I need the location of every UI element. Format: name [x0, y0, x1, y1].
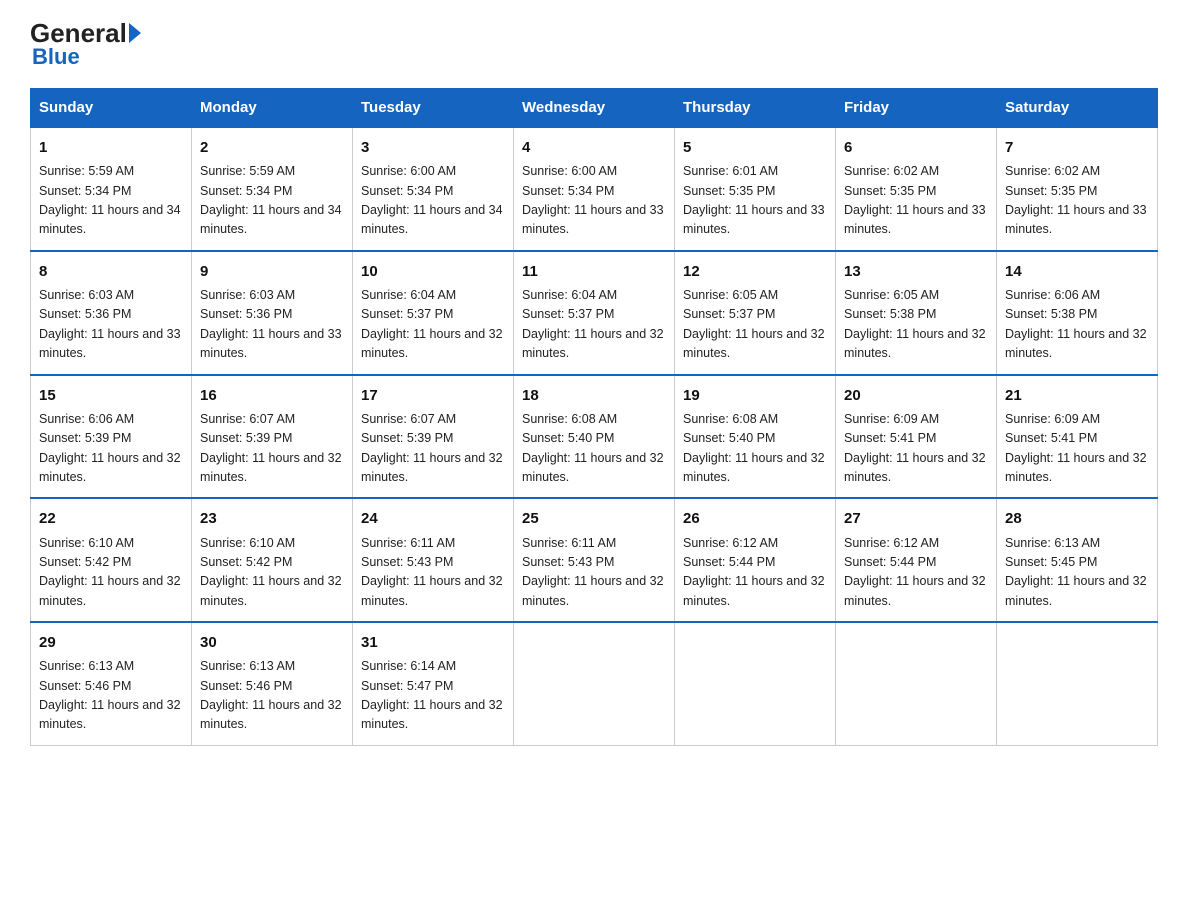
day-number: 26	[683, 507, 827, 530]
calendar-cell: 4Sunrise: 6:00 AMSunset: 5:34 PMDaylight…	[514, 127, 675, 251]
day-number: 10	[361, 260, 505, 283]
calendar-cell: 14Sunrise: 6:06 AMSunset: 5:38 PMDayligh…	[997, 251, 1158, 375]
day-number: 6	[844, 136, 988, 159]
day-number: 19	[683, 384, 827, 407]
calendar-cell: 17Sunrise: 6:07 AMSunset: 5:39 PMDayligh…	[353, 375, 514, 499]
calendar-header-row: SundayMondayTuesdayWednesdayThursdayFrid…	[31, 89, 1158, 128]
logo-text: General	[30, 20, 141, 46]
day-number: 27	[844, 507, 988, 530]
calendar-cell: 13Sunrise: 6:05 AMSunset: 5:38 PMDayligh…	[836, 251, 997, 375]
day-number: 8	[39, 260, 183, 283]
day-number: 16	[200, 384, 344, 407]
calendar-cell: 28Sunrise: 6:13 AMSunset: 5:45 PMDayligh…	[997, 498, 1158, 622]
day-number: 12	[683, 260, 827, 283]
day-number: 31	[361, 631, 505, 654]
calendar-cell	[836, 622, 997, 745]
day-number: 24	[361, 507, 505, 530]
day-number: 22	[39, 507, 183, 530]
calendar-cell: 27Sunrise: 6:12 AMSunset: 5:44 PMDayligh…	[836, 498, 997, 622]
calendar-cell: 7Sunrise: 6:02 AMSunset: 5:35 PMDaylight…	[997, 127, 1158, 251]
calendar-week-row: 15Sunrise: 6:06 AMSunset: 5:39 PMDayligh…	[31, 375, 1158, 499]
calendar-cell: 24Sunrise: 6:11 AMSunset: 5:43 PMDayligh…	[353, 498, 514, 622]
calendar-cell: 22Sunrise: 6:10 AMSunset: 5:42 PMDayligh…	[31, 498, 192, 622]
calendar-cell: 15Sunrise: 6:06 AMSunset: 5:39 PMDayligh…	[31, 375, 192, 499]
calendar-cell: 12Sunrise: 6:05 AMSunset: 5:37 PMDayligh…	[675, 251, 836, 375]
column-header-thursday: Thursday	[675, 89, 836, 128]
day-number: 21	[1005, 384, 1149, 407]
calendar-cell: 26Sunrise: 6:12 AMSunset: 5:44 PMDayligh…	[675, 498, 836, 622]
calendar-cell	[514, 622, 675, 745]
calendar-week-row: 8Sunrise: 6:03 AMSunset: 5:36 PMDaylight…	[31, 251, 1158, 375]
column-header-saturday: Saturday	[997, 89, 1158, 128]
calendar-week-row: 29Sunrise: 6:13 AMSunset: 5:46 PMDayligh…	[31, 622, 1158, 745]
page-header: General Blue	[30, 20, 1158, 70]
column-header-monday: Monday	[192, 89, 353, 128]
day-number: 13	[844, 260, 988, 283]
day-number: 4	[522, 136, 666, 159]
column-header-wednesday: Wednesday	[514, 89, 675, 128]
day-number: 2	[200, 136, 344, 159]
logo: General Blue	[30, 20, 141, 70]
column-header-tuesday: Tuesday	[353, 89, 514, 128]
calendar-cell: 8Sunrise: 6:03 AMSunset: 5:36 PMDaylight…	[31, 251, 192, 375]
calendar-cell: 6Sunrise: 6:02 AMSunset: 5:35 PMDaylight…	[836, 127, 997, 251]
day-number: 23	[200, 507, 344, 530]
day-number: 1	[39, 136, 183, 159]
calendar-cell	[997, 622, 1158, 745]
day-number: 29	[39, 631, 183, 654]
column-header-friday: Friday	[836, 89, 997, 128]
day-number: 20	[844, 384, 988, 407]
day-number: 11	[522, 260, 666, 283]
calendar-cell	[675, 622, 836, 745]
calendar-week-row: 1Sunrise: 5:59 AMSunset: 5:34 PMDaylight…	[31, 127, 1158, 251]
logo-arrow-icon	[129, 23, 141, 43]
calendar-cell: 2Sunrise: 5:59 AMSunset: 5:34 PMDaylight…	[192, 127, 353, 251]
calendar-cell: 1Sunrise: 5:59 AMSunset: 5:34 PMDaylight…	[31, 127, 192, 251]
day-number: 18	[522, 384, 666, 407]
day-number: 14	[1005, 260, 1149, 283]
calendar-cell: 18Sunrise: 6:08 AMSunset: 5:40 PMDayligh…	[514, 375, 675, 499]
day-number: 28	[1005, 507, 1149, 530]
logo-general: General	[30, 20, 127, 46]
day-number: 3	[361, 136, 505, 159]
calendar-cell: 29Sunrise: 6:13 AMSunset: 5:46 PMDayligh…	[31, 622, 192, 745]
day-number: 25	[522, 507, 666, 530]
calendar-cell: 9Sunrise: 6:03 AMSunset: 5:36 PMDaylight…	[192, 251, 353, 375]
calendar-cell: 11Sunrise: 6:04 AMSunset: 5:37 PMDayligh…	[514, 251, 675, 375]
calendar-cell: 20Sunrise: 6:09 AMSunset: 5:41 PMDayligh…	[836, 375, 997, 499]
calendar-table: SundayMondayTuesdayWednesdayThursdayFrid…	[30, 88, 1158, 746]
day-number: 15	[39, 384, 183, 407]
day-number: 17	[361, 384, 505, 407]
day-number: 30	[200, 631, 344, 654]
calendar-week-row: 22Sunrise: 6:10 AMSunset: 5:42 PMDayligh…	[31, 498, 1158, 622]
calendar-cell: 21Sunrise: 6:09 AMSunset: 5:41 PMDayligh…	[997, 375, 1158, 499]
calendar-cell: 31Sunrise: 6:14 AMSunset: 5:47 PMDayligh…	[353, 622, 514, 745]
calendar-cell: 5Sunrise: 6:01 AMSunset: 5:35 PMDaylight…	[675, 127, 836, 251]
day-number: 9	[200, 260, 344, 283]
calendar-cell: 16Sunrise: 6:07 AMSunset: 5:39 PMDayligh…	[192, 375, 353, 499]
calendar-cell: 3Sunrise: 6:00 AMSunset: 5:34 PMDaylight…	[353, 127, 514, 251]
calendar-cell: 10Sunrise: 6:04 AMSunset: 5:37 PMDayligh…	[353, 251, 514, 375]
column-header-sunday: Sunday	[31, 89, 192, 128]
calendar-cell: 30Sunrise: 6:13 AMSunset: 5:46 PMDayligh…	[192, 622, 353, 745]
calendar-cell: 25Sunrise: 6:11 AMSunset: 5:43 PMDayligh…	[514, 498, 675, 622]
calendar-cell: 23Sunrise: 6:10 AMSunset: 5:42 PMDayligh…	[192, 498, 353, 622]
calendar-cell: 19Sunrise: 6:08 AMSunset: 5:40 PMDayligh…	[675, 375, 836, 499]
day-number: 7	[1005, 136, 1149, 159]
logo-blue: Blue	[30, 44, 80, 70]
day-number: 5	[683, 136, 827, 159]
